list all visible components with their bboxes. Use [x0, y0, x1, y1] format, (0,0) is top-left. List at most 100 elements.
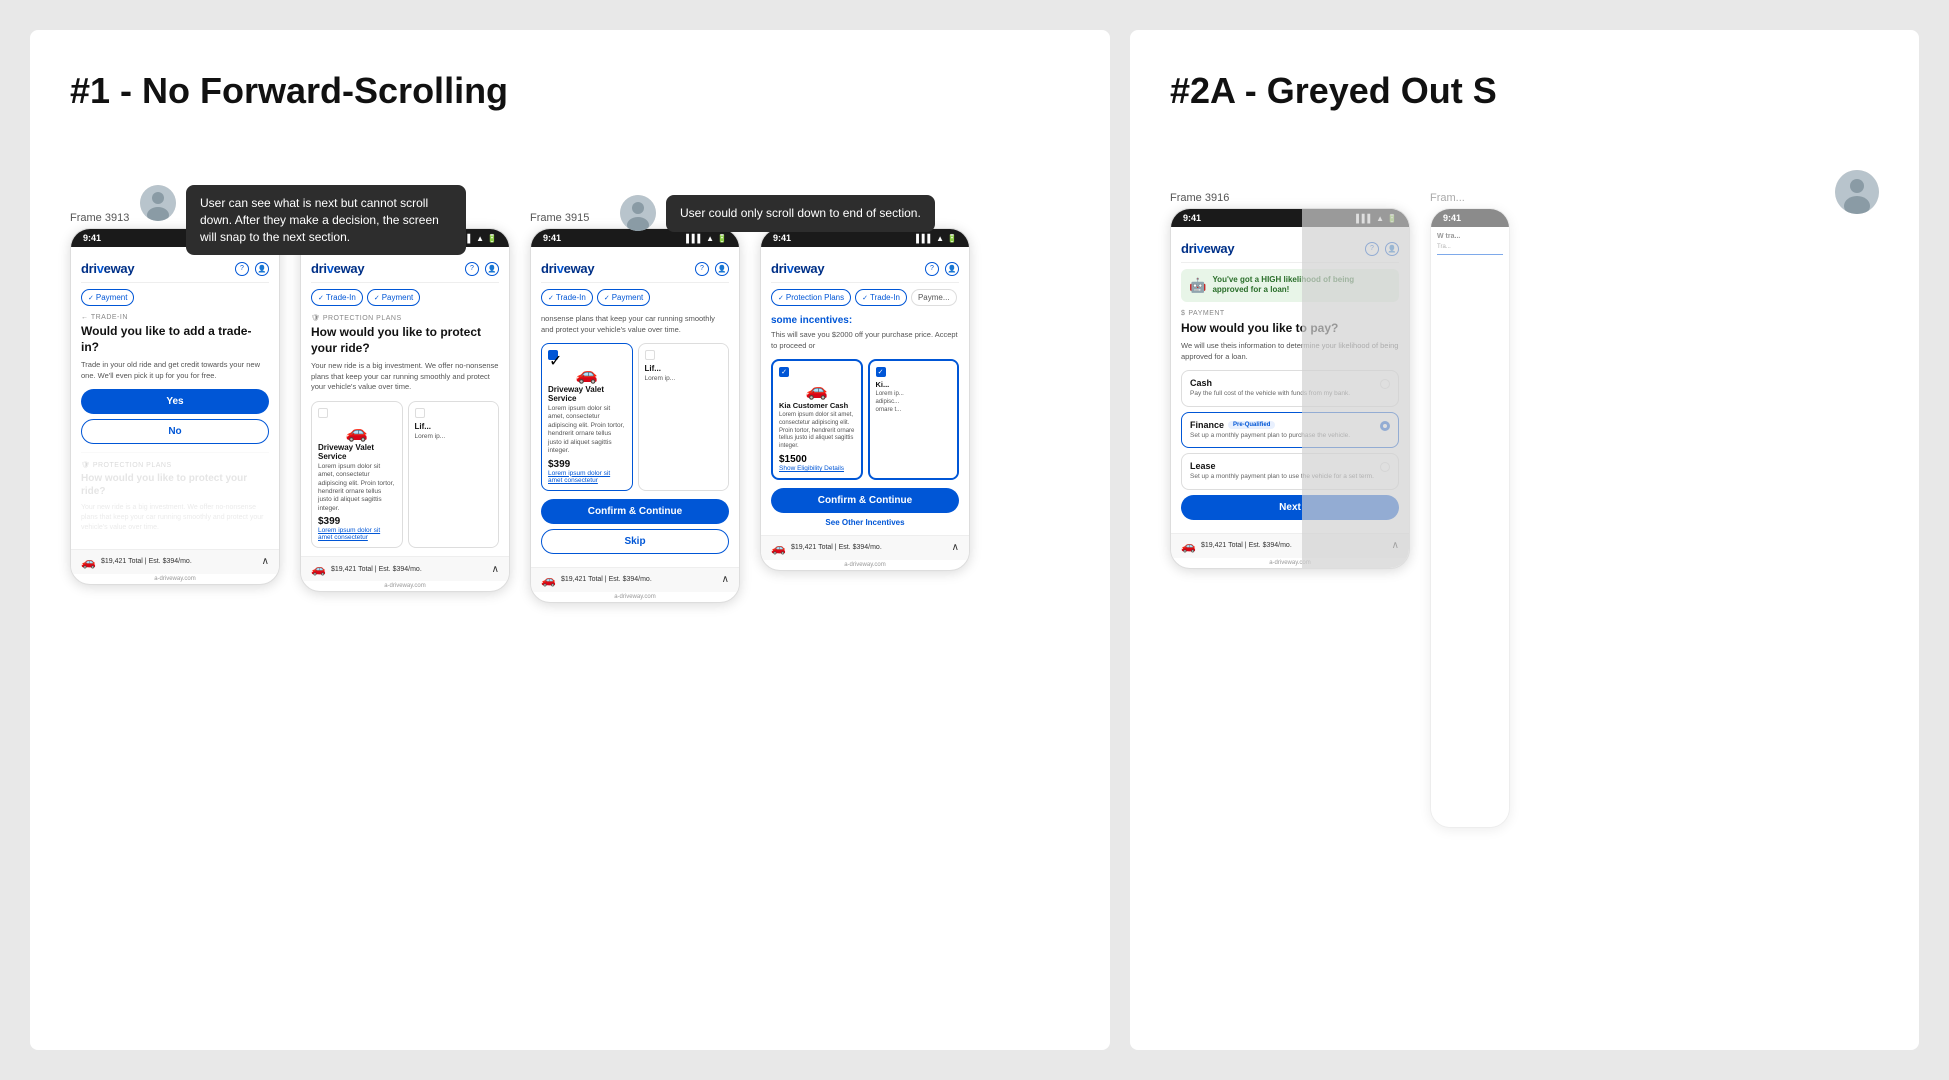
- tab-tradein-3914[interactable]: ✓ Trade-In: [311, 289, 363, 306]
- website-3927: a-driveway.com: [761, 560, 969, 570]
- price-info-3913: 🚗 $19,421 Total | Est. $394/mo.: [81, 555, 192, 569]
- tab-tradein-3927[interactable]: ✓ Trade-In: [855, 289, 907, 306]
- tab-protection-3927[interactable]: ✓ Protection Plans: [771, 289, 851, 306]
- confirm-button-3927[interactable]: Confirm & Continue: [771, 488, 959, 513]
- help-icon-3914[interactable]: ?: [465, 262, 479, 276]
- avatar-1: [140, 185, 176, 221]
- main-canvas: #1 - No Forward-Scrolling User can see w…: [0, 0, 1949, 1080]
- time-3927: 9:41: [773, 233, 791, 243]
- driveway-header-3927: driveway ? 👤: [771, 255, 959, 283]
- card-title-life-3915: Lif...: [645, 364, 723, 373]
- checkbox-valet-3915[interactable]: ✓: [548, 350, 558, 360]
- checkbox-life-3915[interactable]: [645, 350, 655, 360]
- bottom-bar-3915: 🚗 $19,421 Total | Est. $394/mo. ∧: [531, 567, 739, 592]
- person-icon-3913[interactable]: 👤: [255, 262, 269, 276]
- time-3915: 9:41: [543, 233, 561, 243]
- valet-icon-3915: 🚗: [576, 364, 598, 384]
- frame-3915-content: driveway ? 👤 ✓ Trade-In ✓ Payment nonsen…: [531, 247, 739, 567]
- see-other-3927[interactable]: See Other Incentives: [771, 518, 959, 527]
- valet-icon-3914: 🚗: [346, 422, 368, 442]
- price-text-3914: $19,421 Total | Est. $394/mo.: [331, 566, 422, 573]
- next-body-3913: Your new ride is a big investment. We of…: [81, 503, 269, 532]
- person-icon-3914[interactable]: 👤: [485, 262, 499, 276]
- help-icon-3913[interactable]: ?: [235, 262, 249, 276]
- price-text-3915: $19,421 Total | Est. $394/mo.: [561, 576, 652, 583]
- frame-3914: 9:41 ▌▌▌ ▲ 🔋 driveway ? 👤: [300, 228, 510, 592]
- incentives-heading-3927: some incentives:: [771, 314, 959, 327]
- frame-second-right-wrapper: Fram... 9:41 W tra... Tra...: [1430, 192, 1510, 828]
- yes-button-3913[interactable]: Yes: [81, 389, 269, 414]
- website-3913: a-driveway.com: [71, 574, 279, 584]
- person-icon-3915[interactable]: 👤: [715, 262, 729, 276]
- incentive-title-3927: Kia Customer Cash: [779, 401, 855, 410]
- frame-3916: 9:41 ▌▌▌ ▲ 🔋 driveway ? 👤: [1170, 208, 1410, 569]
- skip-button-3915[interactable]: Skip: [541, 529, 729, 554]
- cards-row-3915: ✓ 🚗 Driveway Valet Service Lorem ipsum d…: [541, 343, 729, 491]
- car-icon-3927: 🚗: [771, 541, 786, 555]
- person-icon-3927[interactable]: 👤: [945, 262, 959, 276]
- car-icon-3915: 🚗: [541, 573, 556, 587]
- header-icons-3913: ? 👤: [235, 262, 269, 276]
- price-info-3927: 🚗 $19,421 Total | Est. $394/mo.: [771, 541, 882, 555]
- card-valet-3914[interactable]: 🚗 Driveway Valet Service Lorem ipsum dol…: [311, 401, 403, 549]
- expand-btn-3914[interactable]: ∧: [492, 564, 499, 575]
- heading-3913: Would you like to add a trade-in?: [81, 324, 269, 355]
- time-3916: 9:41: [1183, 213, 1201, 223]
- confirm-button-3915[interactable]: Confirm & Continue: [541, 499, 729, 524]
- incentives-cards-3927: ✓ 🚗 Kia Customer Cash Lorem ipsum dolor …: [771, 359, 959, 480]
- kia-icon-3927: 🚗: [806, 380, 828, 400]
- frames-row: Frame 3913 9:41 ▌▌▌ ▲ 🔋 driveway: [70, 212, 1070, 603]
- incentive-desc2c-3927: ornare t...: [876, 407, 952, 415]
- no-button-3913[interactable]: No: [81, 419, 269, 444]
- pre-qualified-badge: Pre-Qualified: [1228, 421, 1275, 429]
- avatar-right: [1835, 170, 1879, 214]
- frame-second-right-label: Fram...: [1430, 192, 1465, 204]
- incentive-kia-3927[interactable]: ✓ 🚗 Kia Customer Cash Lorem ipsum dolor …: [771, 359, 863, 480]
- card-life-3915[interactable]: Lif... Lorem ip...: [638, 343, 730, 491]
- expand-btn-3913[interactable]: ∧: [262, 556, 269, 567]
- frame-3916-wrapper: Frame 3916 9:41 ▌▌▌ ▲ 🔋 driveway: [1170, 192, 1410, 828]
- tab-payment-3927[interactable]: Payme...: [911, 289, 957, 306]
- frame-second-right-content: W tra... Tra...: [1431, 227, 1509, 827]
- section-left: #1 - No Forward-Scrolling User can see w…: [30, 30, 1110, 1050]
- incentive-ki2-3927[interactable]: ✓ Ki... Lorem ip... adipisc... ornare t.…: [868, 359, 960, 480]
- card-life-3914[interactable]: Lif... Lorem ip...: [408, 401, 500, 549]
- expand-btn-3927[interactable]: ∧: [952, 542, 959, 553]
- tab-payment-3914[interactable]: ✓ Payment: [367, 289, 420, 306]
- card-link-valet-3914[interactable]: Lorem ipsum dolor sit amet consectetur: [318, 527, 396, 541]
- second-right-section-label: W tra...: [1437, 233, 1503, 240]
- card-price-valet-3915: $399: [548, 459, 626, 470]
- card-title-valet-3915: Driveway Valet Service: [548, 385, 626, 403]
- checkbox-kia-3927[interactable]: ✓: [779, 367, 789, 377]
- card-valet-3915[interactable]: ✓ 🚗 Driveway Valet Service Lorem ipsum d…: [541, 343, 633, 491]
- robot-icon-3916: 🤖: [1189, 277, 1206, 294]
- incentive-price-3927: $1500: [779, 454, 855, 465]
- body-text-3914: Your new ride is a big investment. We of…: [311, 361, 499, 393]
- checkbox-life-3914[interactable]: [415, 408, 425, 418]
- expand-btn-3915[interactable]: ∧: [722, 574, 729, 585]
- comment-text-2: User could only scroll down to end of se…: [666, 195, 935, 232]
- tab-payment-3915[interactable]: ✓ Payment: [597, 289, 650, 306]
- bottom-bar-3914: 🚗 $19,421 Total | Est. $394/mo. ∧: [301, 556, 509, 581]
- card-link-valet-3915[interactable]: Lorem ipsum dolor sit amet consectetur: [548, 470, 626, 484]
- comment-bubble-2: User could only scroll down to end of se…: [620, 195, 935, 232]
- card-title-life-3914: Lif...: [415, 422, 493, 431]
- incentive-link-3927[interactable]: Show Eligibility Details: [779, 465, 855, 472]
- next-section-label-3913: 🛡 PROTECTION PLANS: [81, 461, 269, 469]
- driveway-header-3914: driveway ? 👤: [311, 255, 499, 283]
- incentive-desc-3927: Lorem ipsum dolor sit amet, consectetur …: [779, 412, 855, 451]
- checkbox-ki2-3927[interactable]: ✓: [876, 367, 886, 377]
- help-icon-3927[interactable]: ?: [925, 262, 939, 276]
- section-label-protection-3914: 🛡 PROTECTION PLANS: [311, 314, 499, 322]
- card-title-valet-3914: Driveway Valet Service: [318, 443, 396, 461]
- time-3913: 9:41: [83, 233, 101, 243]
- tab-tradein-3915[interactable]: ✓ Trade-In: [541, 289, 593, 306]
- driveway-header-3913: driveway ? 👤: [81, 255, 269, 283]
- progress-tabs-3915: ✓ Trade-In ✓ Payment: [541, 289, 729, 306]
- car-icon-3914: 🚗: [311, 562, 326, 576]
- tab-payment-3913[interactable]: ✓ Payment: [81, 289, 134, 306]
- car-icon-3913: 🚗: [81, 555, 96, 569]
- checkbox-valet-3914[interactable]: [318, 408, 328, 418]
- card-desc-life-3915: Lorem ip...: [645, 375, 723, 383]
- help-icon-3915[interactable]: ?: [695, 262, 709, 276]
